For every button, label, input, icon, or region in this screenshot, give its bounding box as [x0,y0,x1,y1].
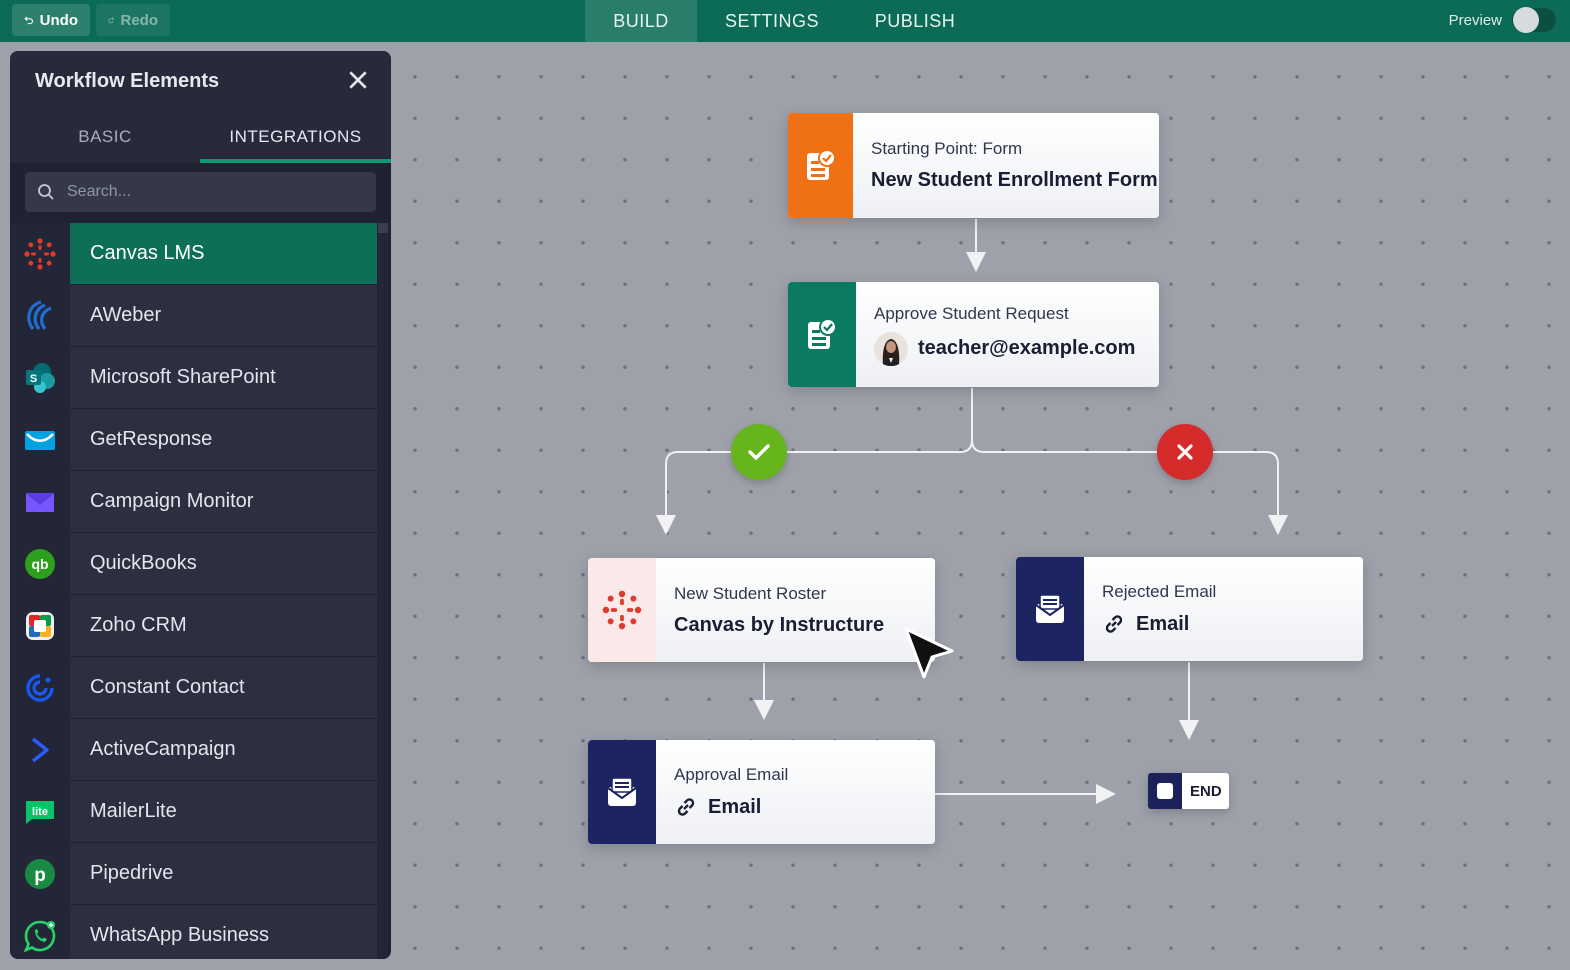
search-input[interactable] [67,183,357,201]
constant-contact-icon [26,674,54,702]
node-title: New Student Enrollment Form [871,169,1158,191]
start-form-node[interactable]: Starting Point: Form New Student Enrollm… [788,113,1159,218]
sidebar-item-label: WhatsApp Business [70,905,377,959]
node-subtitle: New Student Roster [674,583,827,603]
sidebar-item-label: QuickBooks [70,533,377,595]
svg-text:p: p [34,865,46,886]
node-subtitle: Rejected Email [1102,582,1217,601]
tab-publish[interactable]: PUBLISH [847,0,983,42]
sidebar-item-aweber[interactable]: AWeber [10,285,391,347]
pipedrive-icon: p [25,859,55,889]
redo-label: Redo [120,11,159,29]
svg-text:qb: qb [31,556,48,572]
mouse-cursor-icon [904,627,954,679]
sidebar-item-label: Canvas LMS [70,223,377,285]
undo-icon [24,16,33,25]
mail-icon [1035,594,1065,623]
approval-email-node[interactable]: Approval Email Email [588,740,935,844]
approve-branch-icon[interactable] [731,424,787,480]
sidebar-item-constant-contact[interactable]: Constant Contact [10,657,391,719]
whatsapp-icon [23,920,56,953]
canvas-roster-node[interactable]: New Student Roster Canvas by Instructure [588,558,935,662]
panel-tabs: BASIC INTEGRATIONS [10,111,391,163]
form-icon-cell [788,113,853,218]
node-title: Email [1136,612,1190,635]
mailerlite-icon: lite [26,801,54,824]
node-title: Canvas by Instructure [674,613,885,636]
sidebar-item-zoho-crm[interactable]: Zoho CRM [10,595,391,657]
sidebar-item-label: Pipedrive [70,843,377,905]
avatar [874,331,908,366]
rejected-email-node[interactable]: Rejected Email Email [1016,557,1363,661]
integrations-list: Canvas LMS AWeber S Microsoft SharePoint… [10,223,391,959]
sidebar-item-campaign-monitor[interactable]: Campaign Monitor [10,471,391,533]
canvas-lms-icon [602,590,642,630]
sidebar-item-mailerlite[interactable]: lite MailerLite [10,781,391,843]
sidebar-item-pipedrive[interactable]: p Pipedrive [10,843,391,905]
search-box [25,172,376,212]
sidebar-item-label: AWeber [70,285,377,347]
aweber-icon [27,300,52,330]
assignee-email: teacher@example.com [918,337,1136,359]
sidebar-item-whatsapp-business[interactable]: WhatsApp Business [10,905,391,959]
scrollbar-thumb[interactable] [378,223,388,233]
sidebar-item-getresponse[interactable]: GetResponse [10,409,391,471]
search-icon [38,184,54,200]
canvas-lms-icon [24,238,56,270]
approval-icon-cell [788,282,856,387]
end-node[interactable]: END [1148,773,1229,809]
preview-toggle[interactable] [1512,7,1556,33]
getresponse-icon [25,431,55,450]
roster-icon-cell [588,558,656,662]
zoho-crm-icon [26,612,54,640]
link-icon [1105,615,1123,633]
tab-integrations[interactable]: INTEGRATIONS [200,111,391,163]
sidebar-item-label: Microsoft SharePoint [70,347,377,409]
node-subtitle: Approve Student Request [874,303,1069,323]
close-icon[interactable] [347,69,369,91]
sidebar-item-canvas-lms[interactable]: Canvas LMS [10,223,391,285]
top-toolbar: Undo Redo BUILD SETTINGS PUBLISH Preview [0,0,1570,42]
node-title: Email [708,795,762,818]
tab-settings[interactable]: SETTINGS [697,0,847,42]
sidebar-item-label: MailerLite [70,781,377,843]
undo-button[interactable]: Undo [12,4,90,36]
quickbooks-icon: qb [25,549,55,579]
sidebar-item-activecampaign[interactable]: ActiveCampaign [10,719,391,781]
link-icon [677,798,695,816]
list-scrollbar[interactable] [378,223,388,959]
svg-text:lite: lite [32,806,48,818]
sidebar-item-label: Campaign Monitor [70,471,377,533]
node-subtitle: Approval Email [674,765,789,784]
preview-label: Preview [1448,12,1502,29]
sidebar-item-sharepoint[interactable]: S Microsoft SharePoint [10,347,391,409]
sidebar-item-quickbooks[interactable]: qb QuickBooks [10,533,391,595]
tab-basic[interactable]: BASIC [10,111,200,163]
redo-icon [108,17,115,24]
panel-title: Workflow Elements [10,51,391,111]
node-subtitle: Starting Point: Form [871,139,1023,158]
rejected-email-icon-cell [1016,557,1084,661]
end-label: END [1190,782,1222,800]
stop-icon [1148,773,1182,809]
campaign-monitor-icon [26,493,54,512]
approval-node[interactable]: Approve Student Request teacher@example.… [788,282,1159,387]
svg-text:S: S [30,373,37,385]
undo-label: Undo [39,11,78,29]
approval-email-icon-cell [588,740,656,844]
sharepoint-icon: S [26,363,55,393]
sidebar-item-label: GetResponse [70,409,377,471]
sidebar-item-label: Zoho CRM [70,595,377,657]
toggle-knob [1513,7,1539,33]
activecampaign-icon [31,737,49,763]
approval-check-icon [808,317,837,349]
workflow-elements-panel: Workflow Elements BASIC INTEGRATIONS Can… [10,51,391,959]
sidebar-item-label: ActiveCampaign [70,719,377,781]
form-check-icon [806,148,836,180]
sidebar-item-label: Constant Contact [70,657,377,719]
mail-icon [607,777,637,806]
redo-button[interactable]: Redo [96,4,170,36]
reject-branch-icon[interactable] [1157,424,1213,480]
tab-build[interactable]: BUILD [585,0,697,42]
